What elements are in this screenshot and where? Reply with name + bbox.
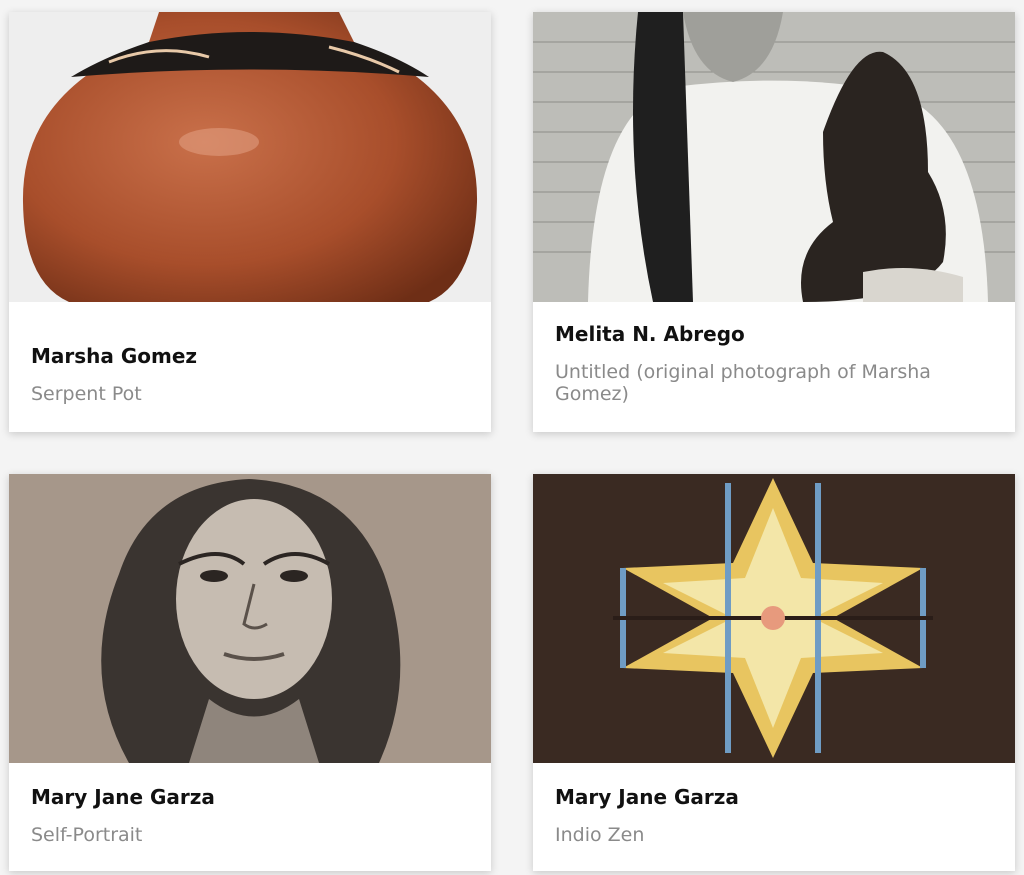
artwork-card[interactable]: Mary Jane Garza Indio Zen (533, 474, 1015, 871)
artwork-image-self-portrait[interactable] (9, 474, 491, 763)
card-caption: Mary Jane Garza Indio Zen (533, 785, 1015, 871)
artist-name: Melita N. Abrego (555, 322, 745, 346)
artwork-card[interactable]: Marsha Gomez Serpent Pot (9, 12, 491, 432)
artist-name: Mary Jane Garza (555, 785, 739, 809)
card-caption: Melita N. Abrego Untitled (original phot… (533, 322, 1015, 432)
artwork-image-serpent-pot[interactable] (9, 12, 491, 302)
artist-name: Mary Jane Garza (31, 785, 215, 809)
artwork-card[interactable]: Melita N. Abrego Untitled (original phot… (533, 12, 1015, 432)
artwork-title: Serpent Pot (31, 383, 142, 405)
artwork-grid: Marsha Gomez Serpent Pot Melita N. Abreg… (0, 0, 1024, 875)
artwork-title: Self-Portrait (31, 824, 143, 846)
artwork-title: Untitled (original photograph of Marsha … (555, 361, 931, 405)
card-caption: Mary Jane Garza Self-Portrait (9, 785, 491, 871)
artwork-image-indio-zen[interactable] (533, 474, 1015, 763)
artwork-title: Indio Zen (555, 824, 645, 846)
artist-name: Marsha Gomez (31, 344, 198, 368)
artwork-card[interactable]: Mary Jane Garza Self-Portrait (9, 474, 491, 871)
card-caption: Marsha Gomez Serpent Pot (9, 344, 491, 432)
artwork-image-portrait-photo[interactable] (533, 12, 1015, 302)
